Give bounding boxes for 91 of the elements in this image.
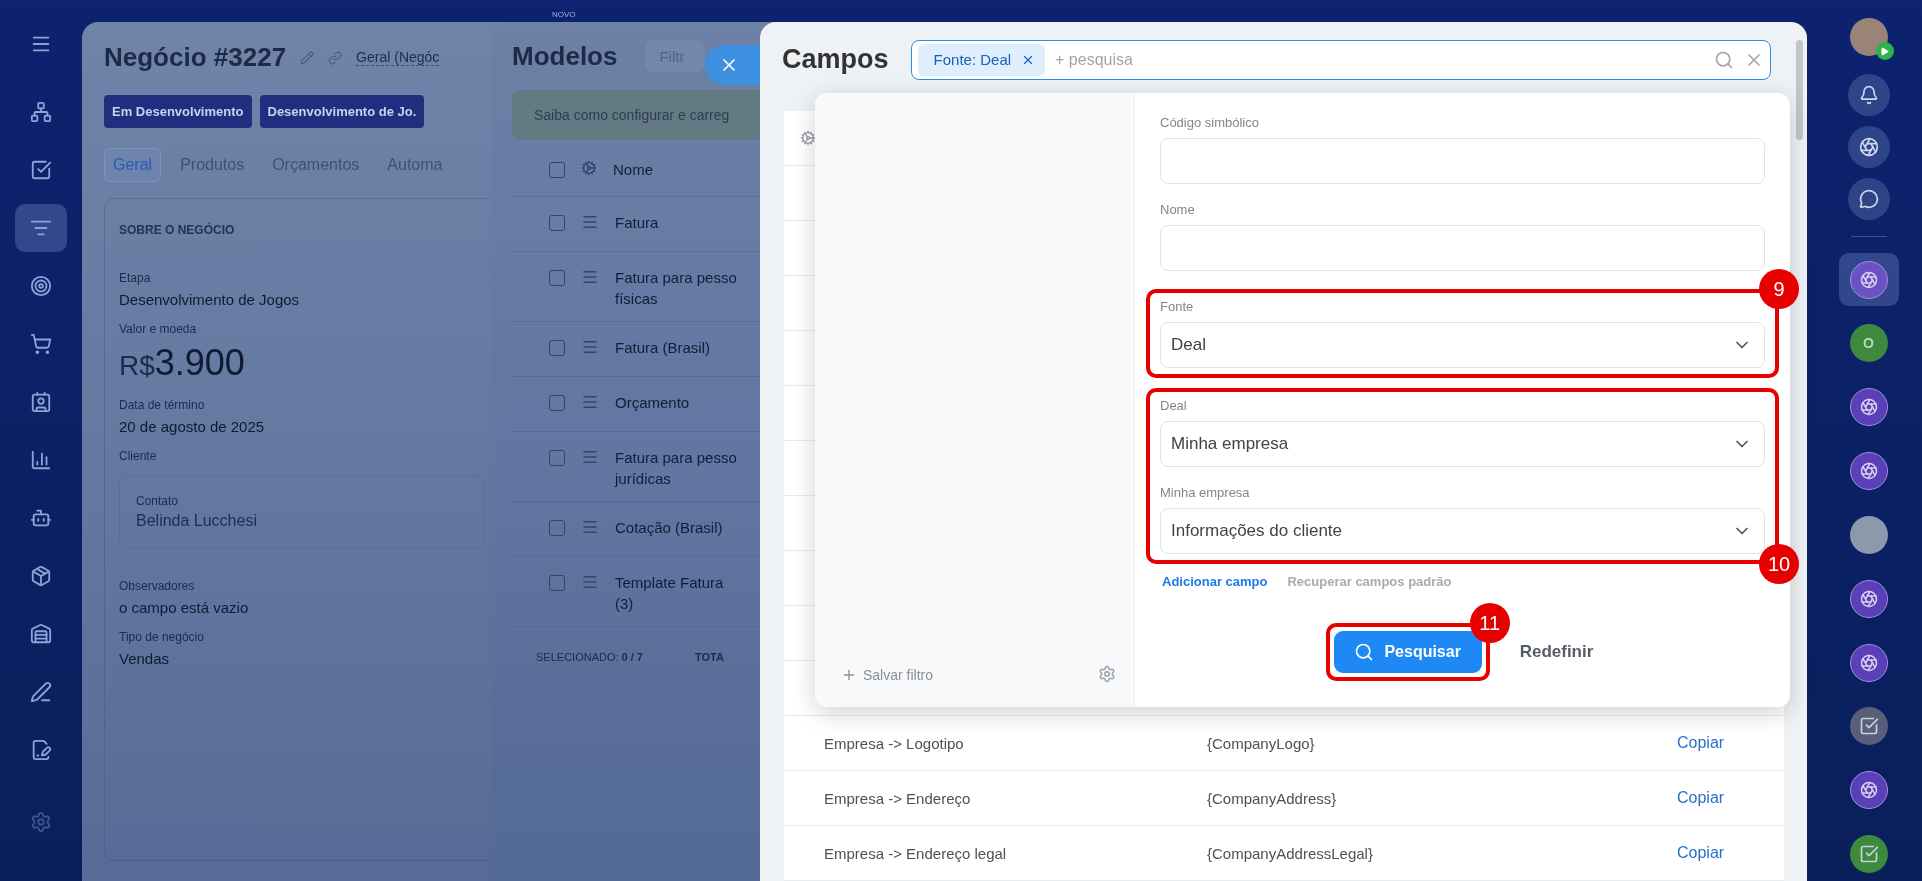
deal-title: Negócio #3227 — [104, 42, 287, 73]
field-value: 20 de agosto de 2025 — [119, 418, 266, 435]
scrollbar[interactable] — [1796, 40, 1803, 140]
checkbox[interactable] — [549, 162, 565, 178]
field-label: Código simbólico — [1160, 115, 1260, 130]
app-icon[interactable] — [1849, 771, 1888, 810]
copy-link[interactable]: Copiar — [1677, 844, 1725, 862]
field-label: Tipo de negócio — [119, 630, 205, 644]
close-button[interactable] — [705, 45, 760, 85]
step-number-badge: 9 — [1759, 269, 1799, 309]
search-button[interactable]: Pesquisar — [1333, 631, 1482, 673]
reset-button[interactable]: Redefinir — [1513, 641, 1600, 663]
template-name[interactable]: Fatura para pesso jurídicas — [615, 448, 737, 489]
aperture-icon[interactable] — [1847, 125, 1890, 168]
select-field[interactable]: Minha empresa — [1160, 421, 1765, 467]
field-name: Empresa -> Endereço — [824, 789, 972, 807]
field-label: Deal — [1160, 398, 1188, 413]
copy-link[interactable]: Copiar — [1677, 734, 1725, 752]
checkbox[interactable] — [549, 575, 565, 592]
field-label: Minha empresa — [1160, 485, 1251, 500]
field-value: Desenvolvimento de Jogos — [119, 291, 301, 308]
plus-icon — [841, 667, 857, 683]
templates-title: Modelos — [512, 40, 618, 72]
amount-value: R$3.900 — [119, 342, 246, 384]
filter-icon[interactable] — [15, 204, 67, 252]
field-code: {CompanyLogo} — [1207, 734, 1316, 752]
select-field[interactable]: Informações do cliente — [1160, 508, 1765, 554]
checkbox[interactable] — [549, 270, 565, 287]
select-field[interactable]: Deal — [1160, 322, 1765, 368]
selected-app-tile[interactable] — [1838, 252, 1899, 307]
field-label: Etapa — [119, 271, 152, 285]
search-icon — [1354, 642, 1375, 662]
app-letter-icon[interactable]: O — [1849, 324, 1888, 363]
photo-placeholder[interactable] — [1849, 515, 1888, 554]
template-name[interactable]: Template Fatura (3) — [615, 573, 724, 614]
checkbox[interactable] — [549, 395, 565, 412]
avatar[interactable] — [1849, 18, 1888, 56]
field-label: Cliente — [119, 449, 158, 463]
field-label: Fonte — [1160, 299, 1195, 314]
field-value: o campo está vazio — [119, 599, 250, 616]
template-name[interactable]: Orçamento — [615, 393, 690, 414]
template-name[interactable]: Fatura — [615, 213, 659, 234]
field-name: Empresa -> Logotipo — [824, 734, 965, 752]
copy-link[interactable]: Copiar — [1677, 789, 1725, 807]
stage-step[interactable]: Em Desenvolvimento — [104, 95, 252, 128]
field-label: Observadores — [119, 579, 196, 593]
input-field[interactable] — [1160, 225, 1765, 271]
checkbox[interactable] — [549, 340, 565, 357]
step-number-badge: 11 — [1469, 603, 1510, 643]
category-link[interactable]: Geral (Negóc — [356, 49, 440, 66]
field-name: Empresa -> Endereço legal — [824, 844, 1008, 862]
input-field[interactable] — [1160, 138, 1765, 184]
step-number-badge: 10 — [1759, 544, 1799, 584]
template-name[interactable]: Fatura para pesso físicas — [615, 268, 737, 309]
column-header: Nome — [613, 160, 653, 180]
app-icon[interactable] — [1849, 707, 1888, 746]
total-count: TOTA — [695, 651, 724, 664]
filter-chip[interactable]: Fonte: Deal — [917, 43, 1046, 76]
app-icon[interactable] — [1849, 260, 1888, 299]
gear-icon[interactable] — [581, 160, 597, 176]
search-icon[interactable] — [1714, 49, 1734, 70]
app-icon[interactable] — [1849, 835, 1888, 874]
app-icon[interactable] — [1849, 643, 1888, 682]
gear-icon[interactable] — [800, 130, 816, 146]
fields-title: Campos — [782, 44, 889, 75]
checkbox[interactable] — [549, 450, 565, 467]
template-name[interactable]: Cotação (Brasil) — [615, 518, 723, 539]
app-icon[interactable] — [1849, 452, 1888, 491]
template-name[interactable]: Fatura (Brasil) — [615, 338, 711, 359]
field-value: Vendas — [119, 650, 171, 667]
selected-count: SELECIONADO: 0 / 7 — [536, 651, 643, 664]
field-label: Nome — [1160, 202, 1196, 217]
bell-icon[interactable] — [1847, 74, 1890, 116]
settings-icon[interactable] — [1098, 665, 1116, 683]
contact-name[interactable]: Belinda Lucchesi — [136, 512, 468, 530]
field-code: {CompanyAddress} — [1207, 789, 1338, 807]
section-title: SOBRE O NEGÓCIO — [119, 223, 236, 237]
checkbox[interactable] — [549, 215, 565, 232]
stage-step[interactable]: Desenvolvimento de Jo. — [259, 95, 425, 128]
action-link[interactable]: Adicionar campo — [1162, 574, 1268, 589]
new-label: NOVO — [552, 10, 576, 19]
checkbox[interactable] — [549, 520, 565, 537]
app-icon[interactable] — [1849, 579, 1888, 618]
field-label: Contato — [136, 494, 180, 508]
field-code: {CompanyAddressLegal} — [1207, 844, 1374, 862]
chat-icon[interactable] — [1847, 177, 1890, 220]
app-icon[interactable] — [1849, 388, 1888, 427]
field-label: Data de término — [119, 398, 206, 412]
save-filter-link[interactable]: Salvar filtro — [841, 667, 934, 683]
search-field[interactable]: Fonte: Deal + pesquisa — [910, 39, 1771, 80]
field-label: Valor e moeda — [119, 322, 198, 336]
